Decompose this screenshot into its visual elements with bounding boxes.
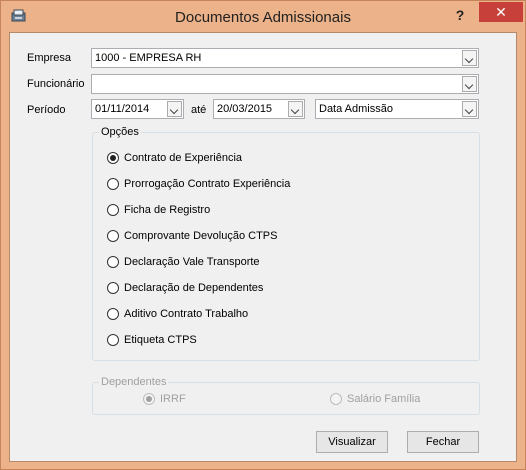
radio-button[interactable] (143, 393, 155, 405)
dialog-window: Documentos Admissionais ? ✕ Empresa 1000… (0, 0, 526, 470)
radio-label: Prorrogação Contrato Experiência (124, 178, 291, 190)
radio-button[interactable] (107, 256, 119, 268)
fechar-button[interactable]: Fechar (407, 431, 479, 453)
radio-button[interactable] (107, 334, 119, 346)
periodo-end-value: 20/03/2015 (217, 103, 273, 115)
dialog-client-area: Empresa 1000 - EMPRESA RH Funcionário Pe… (9, 32, 517, 462)
radio-label: IRRF (160, 393, 186, 405)
funcionario-select[interactable] (91, 74, 479, 94)
radio-button[interactable] (107, 282, 119, 294)
calendar-dropdown-icon[interactable] (167, 101, 182, 117)
opcoes-legend: Opções (99, 126, 141, 138)
radio-label: Ficha de Registro (124, 204, 211, 216)
periodo-end-date[interactable]: 20/03/2015 (213, 99, 305, 119)
periodo-start-date[interactable]: 01/11/2014 (91, 99, 184, 119)
radio-label: Comprovante Devolução CTPS (124, 230, 278, 242)
date-type-select[interactable]: Data Admissão (315, 99, 479, 119)
radio-button[interactable] (107, 204, 119, 216)
dependentes-legend: Dependentes (99, 376, 169, 388)
chevron-down-icon[interactable] (462, 101, 477, 117)
close-button[interactable]: ✕ (479, 2, 523, 22)
radio-label: Declaração de Dependentes (124, 282, 264, 294)
radio-label: Contrato de Experiência (124, 152, 243, 164)
funcionario-label: Funcionário (27, 78, 85, 90)
visualizar-button[interactable]: Visualizar (316, 431, 388, 453)
periodo-start-value: 01/11/2014 (95, 103, 150, 115)
window-title: Documentos Admissionais (175, 9, 351, 26)
radio-button[interactable] (107, 230, 119, 242)
date-type-value: Data Admissão (319, 103, 393, 115)
chevron-down-icon[interactable] (462, 76, 477, 92)
radio-button[interactable] (330, 393, 342, 405)
radio-label: Etiqueta CTPS (124, 334, 197, 346)
title-bar[interactable]: Documentos Admissionais ? ✕ (1, 1, 525, 33)
help-button[interactable]: ? (449, 5, 471, 25)
empresa-select[interactable]: 1000 - EMPRESA RH (91, 48, 479, 68)
opcoes-group (92, 132, 480, 361)
empresa-label: Empresa (27, 52, 72, 64)
radio-button[interactable] (107, 178, 119, 190)
periodo-label: Período (27, 104, 66, 116)
radio-label: Salário Família (347, 393, 421, 405)
radio-label: Aditivo Contrato Trabalho (124, 308, 249, 320)
calendar-dropdown-icon[interactable] (288, 101, 303, 117)
ate-label: até (191, 104, 207, 116)
radio-button[interactable] (107, 308, 119, 320)
chevron-down-icon[interactable] (462, 50, 477, 66)
empresa-value: 1000 - EMPRESA RH (95, 52, 202, 64)
radio-button[interactable] (107, 152, 119, 164)
radio-label: Declaração Vale Transporte (124, 256, 260, 268)
